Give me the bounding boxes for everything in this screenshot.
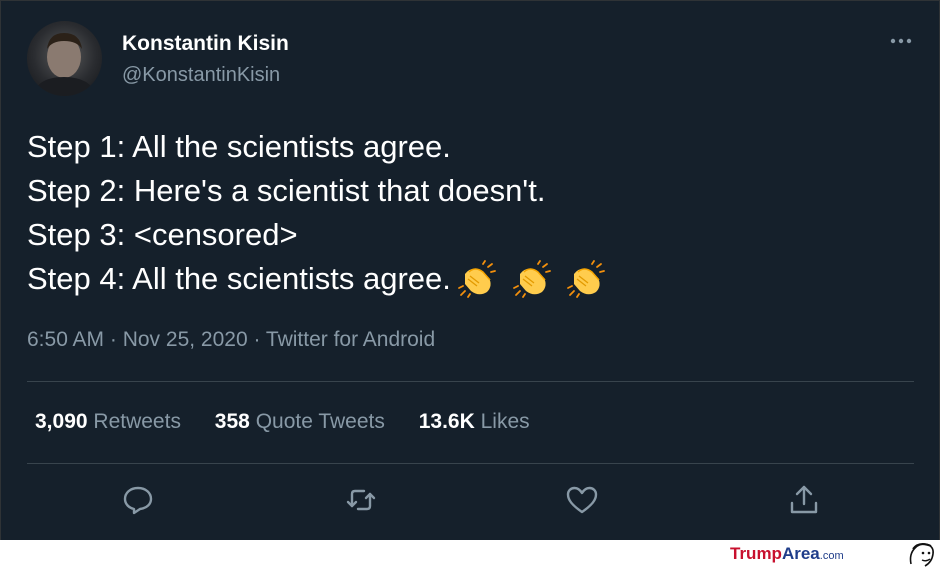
emoji-group xyxy=(457,260,612,310)
divider xyxy=(27,463,914,464)
tweet-text: Step 1: All the scientists agree. Step 2… xyxy=(27,125,907,310)
share-icon[interactable] xyxy=(786,482,822,518)
stat-value: 3,090 xyxy=(35,410,88,433)
stat-label: Quote Tweets xyxy=(255,410,385,433)
action-bar xyxy=(1,482,939,522)
stat-label: Likes xyxy=(480,410,530,433)
author-handle[interactable]: @KonstantinKisin xyxy=(122,64,280,87)
logo-text: Trump xyxy=(730,544,782,563)
like-icon[interactable] xyxy=(564,482,600,518)
tweet-meta[interactable]: 6:50 AM · Nov 25, 2020 · Twitter for And… xyxy=(27,328,435,352)
stat-value: 13.6K xyxy=(418,410,475,433)
tweet-line-with-emoji: Step 4: All the scientists agree. xyxy=(27,257,907,310)
engagement-stats: 3,090 Retweets 358 Quote Tweets 13.6K Li… xyxy=(35,410,558,434)
stat-value: 358 xyxy=(214,410,250,433)
avatar[interactable] xyxy=(27,21,102,96)
divider xyxy=(27,381,914,382)
clapping-hands-icon xyxy=(567,260,606,298)
stat-quote-tweets[interactable]: 358 Quote Tweets xyxy=(215,410,385,433)
tweet-line: Step 1: All the scientists agree. xyxy=(27,129,451,164)
tweet-line: Step 3: <censored> xyxy=(27,217,298,252)
tweet-line: Step 4: All the scientists agree. xyxy=(27,261,451,296)
logo-text: .com xyxy=(819,550,844,562)
tweet-line: Step 2: Here's a scientist that doesn't. xyxy=(27,173,546,208)
clapping-hands-icon xyxy=(458,260,496,298)
author-name[interactable]: Konstantin Kisin xyxy=(122,32,289,56)
tweet-card: Konstantin Kisin @KonstantinKisin Step 1… xyxy=(0,0,940,541)
reply-icon[interactable] xyxy=(120,482,156,518)
watermark-bar: TrumpArea.com xyxy=(0,540,940,567)
mascot-icon xyxy=(909,543,934,567)
logo-text: Area xyxy=(781,544,820,563)
stat-retweets[interactable]: 3,090 Retweets xyxy=(35,410,181,433)
stat-likes[interactable]: 13.6K Likes xyxy=(419,410,530,433)
site-logo: TrumpArea.com xyxy=(730,544,844,564)
retweet-icon[interactable] xyxy=(343,482,379,518)
clapping-hands-icon xyxy=(512,260,551,298)
more-options-icon[interactable] xyxy=(887,27,915,55)
stat-label: Retweets xyxy=(93,410,181,433)
